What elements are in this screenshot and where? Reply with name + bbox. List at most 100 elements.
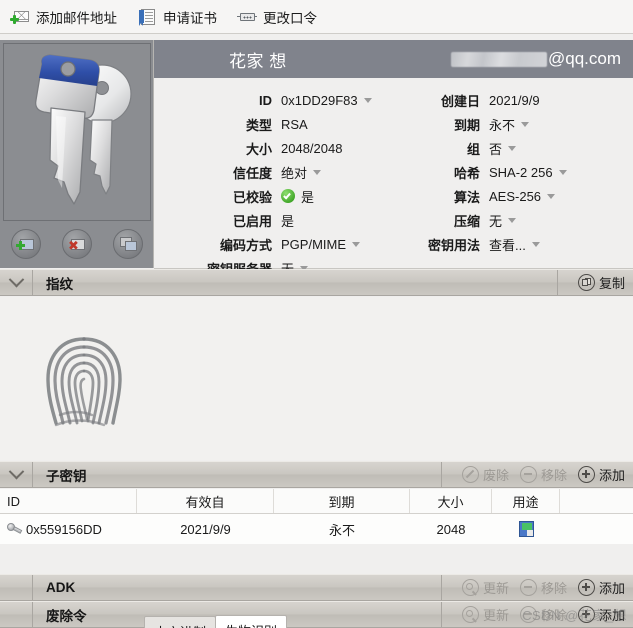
fingerprint-collapse-toggle[interactable] bbox=[0, 270, 33, 295]
property-value-expires[interactable]: 永不 bbox=[489, 115, 530, 134]
minus-icon bbox=[519, 466, 537, 483]
property-value-type: RSA bbox=[281, 117, 308, 132]
property-row-encoding: 编码方式 PGP/MIME bbox=[154, 232, 394, 256]
section-header-adk[interactable]: ADK 更新 移除 添加 bbox=[0, 574, 633, 601]
property-row-expires: 到期 永不 bbox=[394, 112, 633, 136]
plus-icon bbox=[577, 466, 595, 483]
column-header-expires[interactable]: 到期 bbox=[274, 489, 410, 513]
adk-collapse-toggle[interactable] bbox=[0, 575, 33, 600]
toolbar-item-request-certificate[interactable]: 申请证书 bbox=[131, 5, 227, 29]
chevron-down-icon bbox=[8, 463, 24, 480]
cell-subkey-valid-from: 2021/9/9 bbox=[180, 521, 231, 537]
property-label-hash: 哈希 bbox=[453, 165, 480, 181]
section-header-subkeys[interactable]: 子密钥 废除 移除 添加 bbox=[0, 461, 633, 488]
revoke-subkey-button[interactable]: 废除 bbox=[461, 465, 509, 484]
add-revoker-label: 添加 bbox=[598, 608, 625, 623]
verified-check-icon bbox=[281, 189, 295, 203]
subkey-id-text: 0x559156DD bbox=[26, 521, 102, 537]
toolbar-item-change-passphrase[interactable]: 更改口令 bbox=[231, 5, 327, 29]
property-row-compression: 压缩 无 bbox=[394, 208, 633, 232]
property-value-cipher[interactable]: AES-256 bbox=[489, 189, 556, 204]
property-label-id: ID bbox=[259, 92, 272, 108]
remove-revoker-button[interactable]: 移除 bbox=[519, 605, 567, 624]
tab-biometric[interactable]: 生物识别 bbox=[215, 615, 288, 628]
remove-photo-button[interactable]: ✖ bbox=[61, 229, 92, 259]
column-header-spacer bbox=[560, 489, 633, 513]
property-value-created: 2021/9/9 bbox=[489, 93, 540, 108]
property-label-trust: 信任度 bbox=[232, 165, 272, 181]
update-revoker-label: 更新 bbox=[482, 608, 509, 623]
property-row-validated: 已校验 是 bbox=[154, 184, 394, 208]
add-revoker-button[interactable]: 添加 bbox=[577, 605, 625, 624]
column-header-usage[interactable]: 用途 bbox=[492, 489, 560, 513]
add-photo-button[interactable] bbox=[10, 229, 41, 259]
subkeys-collapse-toggle[interactable] bbox=[0, 462, 33, 487]
subkeys-table-header: ID 有效自 到期 大小 用途 bbox=[0, 489, 633, 514]
revoke-subkey-label: 废除 bbox=[482, 468, 509, 483]
add-subkey-button[interactable]: 添加 bbox=[577, 465, 625, 484]
table-row[interactable]: 0x559156DD 2021/9/9 永不 2048 bbox=[0, 514, 633, 544]
section-header-revokers[interactable]: 废除令 更新 移除 添加 bbox=[0, 601, 633, 628]
chevron-down-icon[interactable] bbox=[508, 217, 517, 223]
key-icon bbox=[7, 522, 23, 536]
property-text-group: 否 bbox=[489, 141, 503, 157]
update-revoker-button[interactable]: 更新 bbox=[461, 605, 509, 624]
property-text-trust: 绝对 bbox=[281, 165, 308, 181]
key-photo-frame[interactable] bbox=[3, 43, 151, 221]
copy-photo-button[interactable] bbox=[113, 229, 144, 259]
property-text-hash: SHA-2 256 bbox=[489, 164, 553, 180]
remove-subkey-button[interactable]: 移除 bbox=[519, 465, 567, 484]
fingerprint-tabs: 十六进制 生物识别 bbox=[144, 615, 288, 628]
property-text-size: 2048/2048 bbox=[281, 140, 343, 156]
fingerprint-body: 十六进制 生物识别 drainage aimless slowdown stop… bbox=[0, 297, 633, 628]
toolbar-item-change-passphrase-label: 更改口令 bbox=[263, 10, 317, 26]
envelope-add-icon bbox=[10, 8, 30, 26]
property-label-type: 类型 bbox=[245, 117, 272, 133]
property-value-trust[interactable]: 绝对 bbox=[281, 163, 322, 182]
certificate-icon bbox=[137, 8, 157, 26]
chevron-down-icon[interactable] bbox=[521, 121, 530, 127]
section-title-adk: ADK bbox=[46, 580, 76, 595]
chevron-down-icon[interactable] bbox=[363, 97, 372, 103]
add-adk-label: 添加 bbox=[598, 581, 625, 596]
toolbar-item-add-email[interactable]: 添加邮件地址 bbox=[4, 5, 127, 29]
property-value-id[interactable]: 0x1DD29F83 bbox=[281, 93, 372, 108]
property-value-encoding[interactable]: PGP/MIME bbox=[281, 237, 361, 252]
revokers-collapse-toggle[interactable] bbox=[0, 602, 33, 627]
property-value-key-usage[interactable]: 查看... bbox=[489, 235, 540, 254]
column-header-size[interactable]: 大小 bbox=[410, 489, 492, 513]
section-header-fingerprint[interactable]: 指纹 复制 bbox=[0, 269, 633, 296]
property-label-cipher: 算法 bbox=[453, 189, 480, 205]
property-text-enabled: 是 bbox=[281, 213, 295, 229]
update-adk-button[interactable]: 更新 bbox=[461, 578, 509, 597]
chevron-down-icon[interactable] bbox=[558, 169, 567, 175]
property-row-type: 类型 RSA bbox=[154, 112, 394, 136]
photo-panel: ✖ bbox=[0, 40, 154, 268]
key-properties-grid: ID 0x1DD29F83 类型 RSA 大小 2048/2048 信任度 绝对… bbox=[154, 78, 633, 277]
column-header-id[interactable]: ID bbox=[0, 489, 137, 513]
chevron-down-icon[interactable] bbox=[313, 169, 322, 175]
property-value-compression[interactable]: 无 bbox=[489, 211, 517, 230]
column-header-valid-from[interactable]: 有效自 bbox=[137, 489, 274, 513]
key-email: @qq.com bbox=[450, 49, 621, 69]
tab-hexadecimal[interactable]: 十六进制 bbox=[144, 616, 217, 628]
property-value-hash[interactable]: SHA-2 256 bbox=[489, 165, 567, 180]
chevron-down-icon[interactable] bbox=[508, 145, 517, 151]
property-value-enabled: 是 bbox=[281, 211, 294, 230]
copy-fingerprint-button[interactable]: 复制 bbox=[577, 273, 625, 292]
cell-subkey-spacer bbox=[560, 514, 633, 544]
chevron-down-icon[interactable] bbox=[352, 241, 361, 247]
chevron-down-icon[interactable] bbox=[547, 193, 556, 199]
property-text-created: 2021/9/9 bbox=[489, 92, 540, 108]
properties-left-column: ID 0x1DD29F83 类型 RSA 大小 2048/2048 信任度 绝对… bbox=[154, 88, 394, 280]
property-value-group[interactable]: 否 bbox=[489, 139, 517, 158]
section-title-fingerprint: 指纹 bbox=[46, 276, 73, 292]
property-label-validated: 已校验 bbox=[232, 189, 272, 205]
remove-adk-button[interactable]: 移除 bbox=[519, 578, 567, 597]
chevron-down-icon[interactable] bbox=[531, 241, 540, 247]
property-label-encoding: 编码方式 bbox=[219, 237, 272, 253]
ban-icon bbox=[461, 466, 479, 483]
minus-icon bbox=[519, 606, 537, 623]
add-adk-button[interactable]: 添加 bbox=[577, 578, 625, 597]
property-text-compression: 无 bbox=[489, 213, 503, 229]
